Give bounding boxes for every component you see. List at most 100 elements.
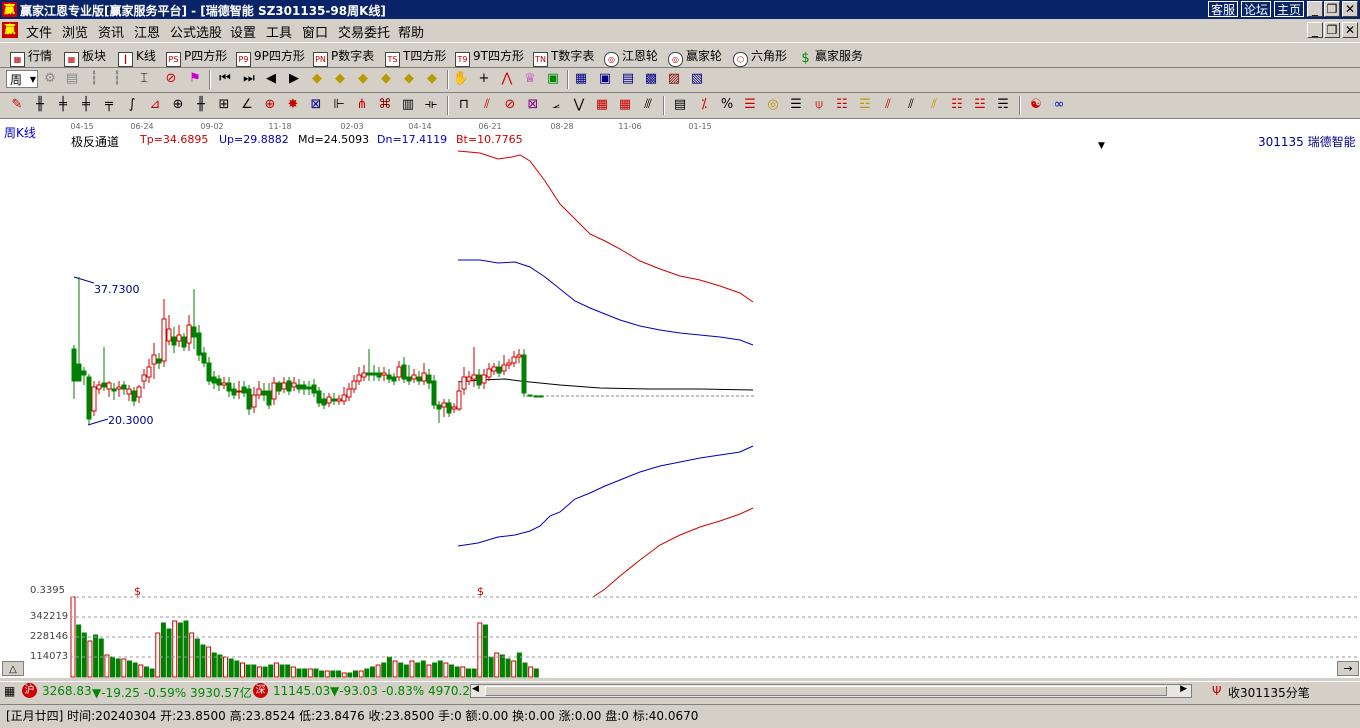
scroll-right-icon[interactable]: → bbox=[1337, 661, 1359, 676]
tick-data-label[interactable]: 收301135分笔 bbox=[1228, 684, 1310, 701]
move-down-icon[interactable]: ◆ bbox=[423, 70, 441, 88]
menu-help[interactable]: 帮助 bbox=[398, 22, 424, 41]
save-icon[interactable]: ▩ bbox=[642, 70, 660, 88]
toolbar-sectors[interactable]: ▦ 板块 bbox=[64, 47, 106, 67]
doc-restore-icon[interactable]: ❐ bbox=[1324, 22, 1340, 38]
zoom-out-icon[interactable]: ◆ bbox=[331, 70, 349, 88]
draw-tool-28-icon[interactable]: ▤ bbox=[671, 96, 689, 114]
draw-tool-34-icon[interactable]: ☷ bbox=[833, 96, 851, 114]
draw-tool-6-icon[interactable]: ⊿ bbox=[146, 96, 164, 114]
period-select[interactable]: 周 ▼ bbox=[6, 70, 38, 88]
draw-tool-24-icon[interactable]: ⋁ bbox=[570, 96, 588, 114]
draw-tool-15-icon[interactable]: ⋔ bbox=[353, 96, 371, 114]
menu-gann[interactable]: 江恩 bbox=[134, 22, 160, 41]
toolbar-p-table[interactable]: PN P数字表 bbox=[313, 47, 374, 67]
menu-window[interactable]: 窗口 bbox=[302, 22, 328, 41]
draw-tool-35-icon[interactable]: ☲ bbox=[856, 96, 874, 114]
scroll-thumb[interactable] bbox=[485, 686, 1167, 696]
move-right-icon[interactable]: ◆ bbox=[377, 70, 395, 88]
toolbar-p-square[interactable]: PS P四方形 bbox=[166, 47, 227, 67]
chart-area[interactable]: 04-15 06-24 09-02 11-18 02-03 04-14 06-21 08-28… bbox=[0, 119, 1360, 678]
draw-tool-20-icon[interactable]: ⫽ bbox=[478, 96, 496, 114]
next-icon[interactable]: ▶ bbox=[285, 70, 303, 88]
line-type-icon[interactable]: ⌶ bbox=[135, 70, 153, 88]
menu-tools[interactable]: 工具 bbox=[266, 22, 292, 41]
draw-tool-9-icon[interactable]: ⊞ bbox=[215, 96, 233, 114]
minimize-icon[interactable]: _ bbox=[1307, 1, 1323, 17]
toolbar-winner-wheel[interactable]: ◎ 赢家轮 bbox=[668, 47, 722, 67]
draw-tool-38-icon[interactable]: ⫽ bbox=[925, 96, 943, 114]
draw-tool-16-icon[interactable]: ⌘ bbox=[376, 96, 394, 114]
draw-tool-14-icon[interactable]: ⊩ bbox=[330, 96, 348, 114]
yin-yang-icon[interactable]: ☯ bbox=[1027, 96, 1045, 114]
draw-tool-3-icon[interactable]: ╪ bbox=[77, 96, 95, 114]
hat-icon[interactable]: ♕ bbox=[521, 70, 539, 88]
gear-icon[interactable]: ⚙ bbox=[41, 70, 59, 88]
toolbar-winner-service[interactable]: $ 赢家服务 bbox=[799, 47, 863, 65]
people-icon[interactable]: ▨ bbox=[665, 70, 683, 88]
homepage-link[interactable]: 主页 bbox=[1274, 1, 1305, 17]
draw-tool-23-icon[interactable]: ⦟ bbox=[547, 96, 565, 114]
draw-tool-7-icon[interactable]: ⊕ bbox=[169, 96, 187, 114]
toolbar-gann-wheel[interactable]: ◎ 江恩轮 bbox=[604, 47, 658, 67]
window-icon[interactable]: ▣ bbox=[596, 70, 614, 88]
toolbar-hexagon[interactable]: ⬡ 六角形 bbox=[733, 47, 787, 67]
hand-icon[interactable]: ✋ bbox=[452, 70, 470, 88]
doc-icon[interactable]: ▤ bbox=[63, 70, 81, 88]
toolbar-9p-square[interactable]: P9 9P四方形 bbox=[236, 47, 305, 67]
menu-browse[interactable]: 浏览 bbox=[62, 22, 88, 41]
draw-tool-11-icon[interactable]: ⊕ bbox=[261, 96, 279, 114]
draw-tool-25-icon[interactable]: ▦ bbox=[593, 96, 611, 114]
grid-icon[interactable]: ▦ bbox=[4, 684, 15, 698]
flag-icon[interactable]: ⚑ bbox=[186, 70, 204, 88]
draw-tool-13-icon[interactable]: ⊠ bbox=[307, 96, 325, 114]
draw-tool-1-icon[interactable]: ╫ bbox=[31, 96, 49, 114]
draw-tool-17-icon[interactable]: ▥ bbox=[399, 96, 417, 114]
draw-tool-32-icon[interactable]: ☰ bbox=[787, 96, 805, 114]
move-left-icon[interactable]: ◆ bbox=[354, 70, 372, 88]
list-icon[interactable]: ▤ bbox=[619, 70, 637, 88]
draw-tool-5-icon[interactable]: ∫ bbox=[123, 96, 141, 114]
chevron-down-icon[interactable]: ▼ bbox=[1098, 141, 1105, 151]
doc-close-icon[interactable]: ✕ bbox=[1342, 22, 1358, 38]
menu-info[interactable]: 资讯 bbox=[98, 22, 124, 41]
close-icon[interactable]: ✕ bbox=[1342, 1, 1358, 17]
draw-tool-18-icon[interactable]: ⟛ bbox=[422, 96, 440, 114]
toolbar-quotes[interactable]: ▦ 行情 bbox=[10, 47, 52, 67]
no-rights-icon[interactable]: ⊘ bbox=[162, 70, 180, 88]
draw-tool-26-icon[interactable]: ▦ bbox=[616, 96, 634, 114]
draw-icon[interactable]: ⋀ bbox=[498, 70, 516, 88]
draw-tool-27-icon[interactable]: ⫻ bbox=[639, 96, 657, 114]
toolbar-kline[interactable]: ┃ K线 bbox=[118, 47, 156, 67]
draw-tool-41-icon[interactable]: ☴ bbox=[994, 96, 1012, 114]
crosshair-icon[interactable]: + bbox=[475, 70, 493, 88]
prev-icon[interactable]: ◀ bbox=[262, 70, 280, 88]
status-scrollbar[interactable]: ◀ ▶ bbox=[470, 684, 1192, 698]
collapse-up-icon[interactable]: △ bbox=[2, 661, 24, 676]
draw-tool-39-icon[interactable]: ☷ bbox=[948, 96, 966, 114]
infinity-icon[interactable]: ∞ bbox=[1050, 96, 1068, 114]
compare-icon[interactable]: ▣ bbox=[544, 70, 562, 88]
move-up-icon[interactable]: ◆ bbox=[400, 70, 418, 88]
first-icon[interactable]: ⏮ bbox=[216, 70, 234, 88]
pen-icon[interactable]: ✎ bbox=[8, 96, 26, 114]
menu-file[interactable]: 文件 bbox=[26, 22, 52, 41]
draw-tool-29-icon[interactable]: ⁒ bbox=[695, 96, 713, 114]
scroll-left-icon[interactable]: ◀ bbox=[472, 684, 479, 694]
draw-tool-8-icon[interactable]: ╫ bbox=[192, 96, 210, 114]
draw-tool-40-icon[interactable]: ☳ bbox=[971, 96, 989, 114]
last-icon[interactable]: ⏭ bbox=[240, 70, 258, 88]
scroll-right-icon[interactable]: ▶ bbox=[1180, 684, 1187, 694]
export-icon[interactable]: ▧ bbox=[688, 70, 706, 88]
toolbar-9t-square[interactable]: T9 9T四方形 bbox=[455, 47, 524, 67]
draw-tool-21-icon[interactable]: ⊘ bbox=[501, 96, 519, 114]
doc-minimize-icon[interactable]: _ bbox=[1307, 22, 1323, 38]
menu-formula[interactable]: 公式选股 bbox=[170, 22, 222, 41]
draw-tool-37-icon[interactable]: ⫽ bbox=[902, 96, 920, 114]
customer-service-link[interactable]: 客服 bbox=[1208, 1, 1239, 17]
percent-icon[interactable]: % bbox=[718, 96, 736, 114]
calendar-icon[interactable]: ▦ bbox=[572, 70, 590, 88]
bars-icon[interactable]: ┇ bbox=[85, 70, 103, 88]
draw-tool-4-icon[interactable]: ╤ bbox=[100, 96, 118, 114]
draw-tool-12-icon[interactable]: ✸ bbox=[284, 96, 302, 114]
